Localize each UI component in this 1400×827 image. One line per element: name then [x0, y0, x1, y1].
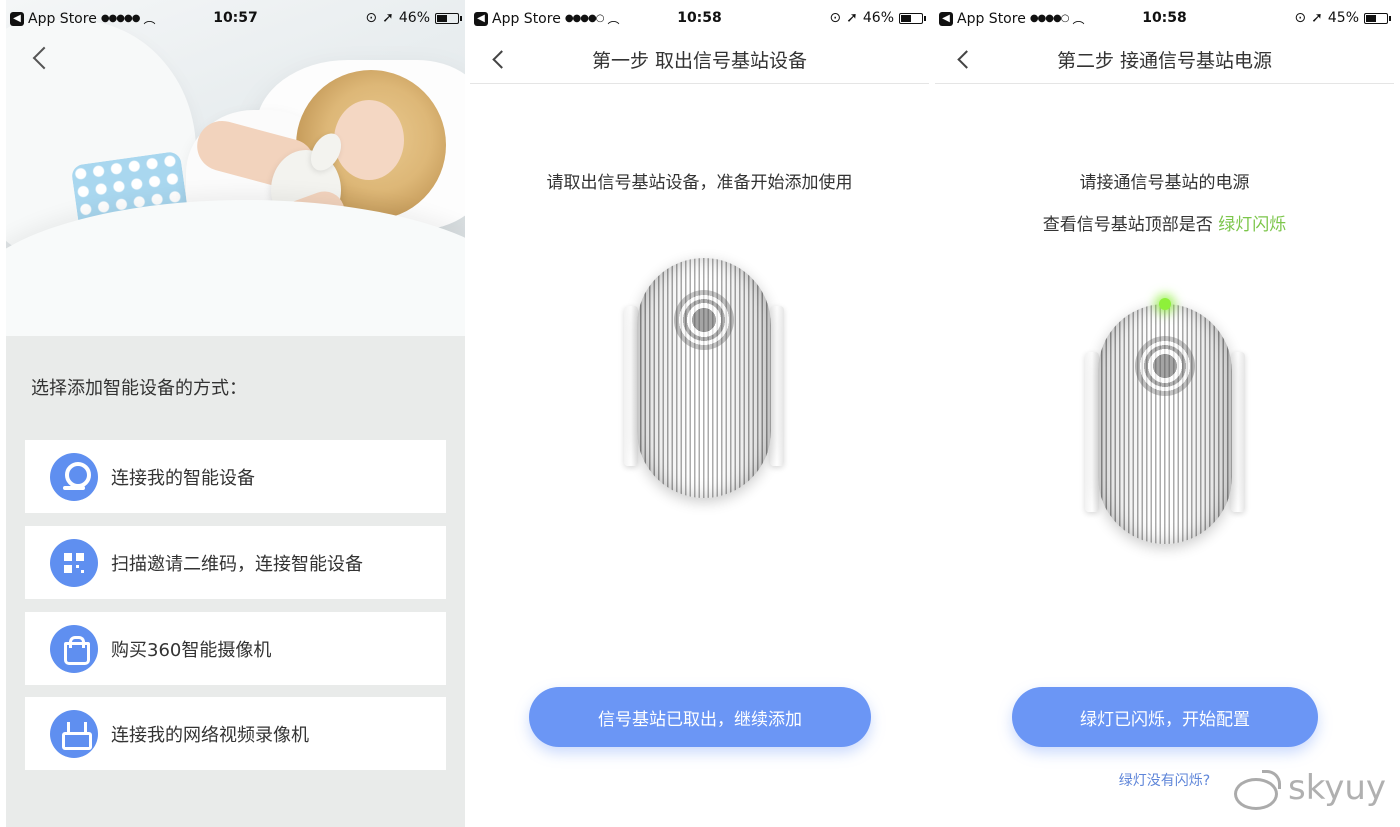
base-station-device-image — [1085, 304, 1245, 544]
weibo-watermark: skyuy — [1232, 768, 1386, 810]
nvr-router-icon — [50, 709, 98, 758]
green-led-indicator — [1159, 298, 1171, 310]
base-station-device-image — [624, 258, 784, 498]
instruction-prefix: 查看信号基站顶部是否 — [1042, 215, 1219, 235]
option-label: 扫描邀请二维码，连接智能设备 — [111, 553, 363, 575]
screen-add-method: ◀ App Store ●●●●● ︵ 10:57 ⊙ ➚ 46% 选择添加智能… — [6, 0, 465, 827]
screen-step-one: ◀ App Store ●●●●○ ︵ 10:58 ⊙ ➚ 46% 第一步 取出… — [470, 0, 929, 827]
option-connect-nvr[interactable]: 连接我的网络视频录像机 — [25, 697, 446, 770]
section-heading: 选择添加智能设备的方式： — [31, 378, 247, 399]
option-label: 连接我的网络视频录像机 — [111, 724, 309, 746]
status-bar: ◀ App Store ●●●●● ︵ 10:57 ⊙ ➚ 46% — [6, 0, 465, 36]
location-icon: ➚ — [846, 10, 858, 26]
back-button[interactable] — [30, 44, 54, 74]
nav-bar: 第一步 取出信号基站设备 — [470, 36, 929, 84]
battery-percent: 45% — [1327, 10, 1359, 26]
hero-photo-sleeping-child — [6, 0, 465, 336]
status-bar: ◀ App Store ●●●●○ ︵ 10:58 ⊙ ➚ 46% — [470, 0, 929, 36]
battery-percent: 46% — [862, 10, 894, 26]
instruction-text: 请取出信号基站设备，准备开始添加使用 — [546, 173, 853, 193]
battery-icon — [435, 12, 462, 24]
option-buy-camera[interactable]: 购买360智能摄像机 — [25, 612, 446, 685]
page-title: 第一步 取出信号基站设备 — [591, 50, 808, 72]
battery-percent: 46% — [398, 10, 430, 26]
watermark-text: skyuy — [1288, 768, 1386, 808]
location-icon: ➚ — [382, 10, 394, 26]
orientation-lock-icon: ⊙ — [365, 10, 378, 26]
status-bar: ◀ App Store ●●●●○ ︵ 10:58 ⊙ ➚ 45% — [935, 0, 1394, 36]
orientation-lock-icon: ⊙ — [829, 10, 842, 26]
option-label: 购买360智能摄像机 — [111, 639, 272, 661]
orientation-lock-icon: ⊙ — [1294, 10, 1307, 26]
continue-button[interactable]: 信号基站已取出，继续添加 — [529, 687, 871, 747]
option-connect-smart-device[interactable]: 连接我的智能设备 — [25, 440, 446, 513]
option-label: 连接我的智能设备 — [111, 467, 255, 489]
battery-icon — [1364, 12, 1391, 24]
location-icon: ➚ — [1311, 10, 1323, 26]
battery-icon — [899, 12, 926, 24]
page-title: 第二步 接通信号基站电源 — [1056, 50, 1273, 72]
instruction-text: 请接通信号基站的电源 — [1079, 173, 1250, 193]
instruction-text-line2: 查看信号基站顶部是否 绿灯闪烁 — [935, 210, 1394, 235]
screen-step-two: ◀ App Store ●●●●○ ︵ 10:58 ⊙ ➚ 45% 第二步 接通… — [935, 0, 1394, 827]
shopping-bag-icon — [50, 624, 98, 673]
weibo-logo-icon — [1232, 770, 1282, 810]
green-light-highlight: 绿灯闪烁 — [1218, 215, 1287, 235]
qr-code-icon — [50, 538, 98, 587]
option-scan-qr-code[interactable]: 扫描邀请二维码，连接智能设备 — [25, 526, 446, 599]
start-config-button[interactable]: 绿灯已闪烁，开始配置 — [1012, 687, 1318, 747]
nav-bar: 第二步 接通信号基站电源 — [935, 36, 1394, 84]
camera-icon — [50, 452, 98, 501]
